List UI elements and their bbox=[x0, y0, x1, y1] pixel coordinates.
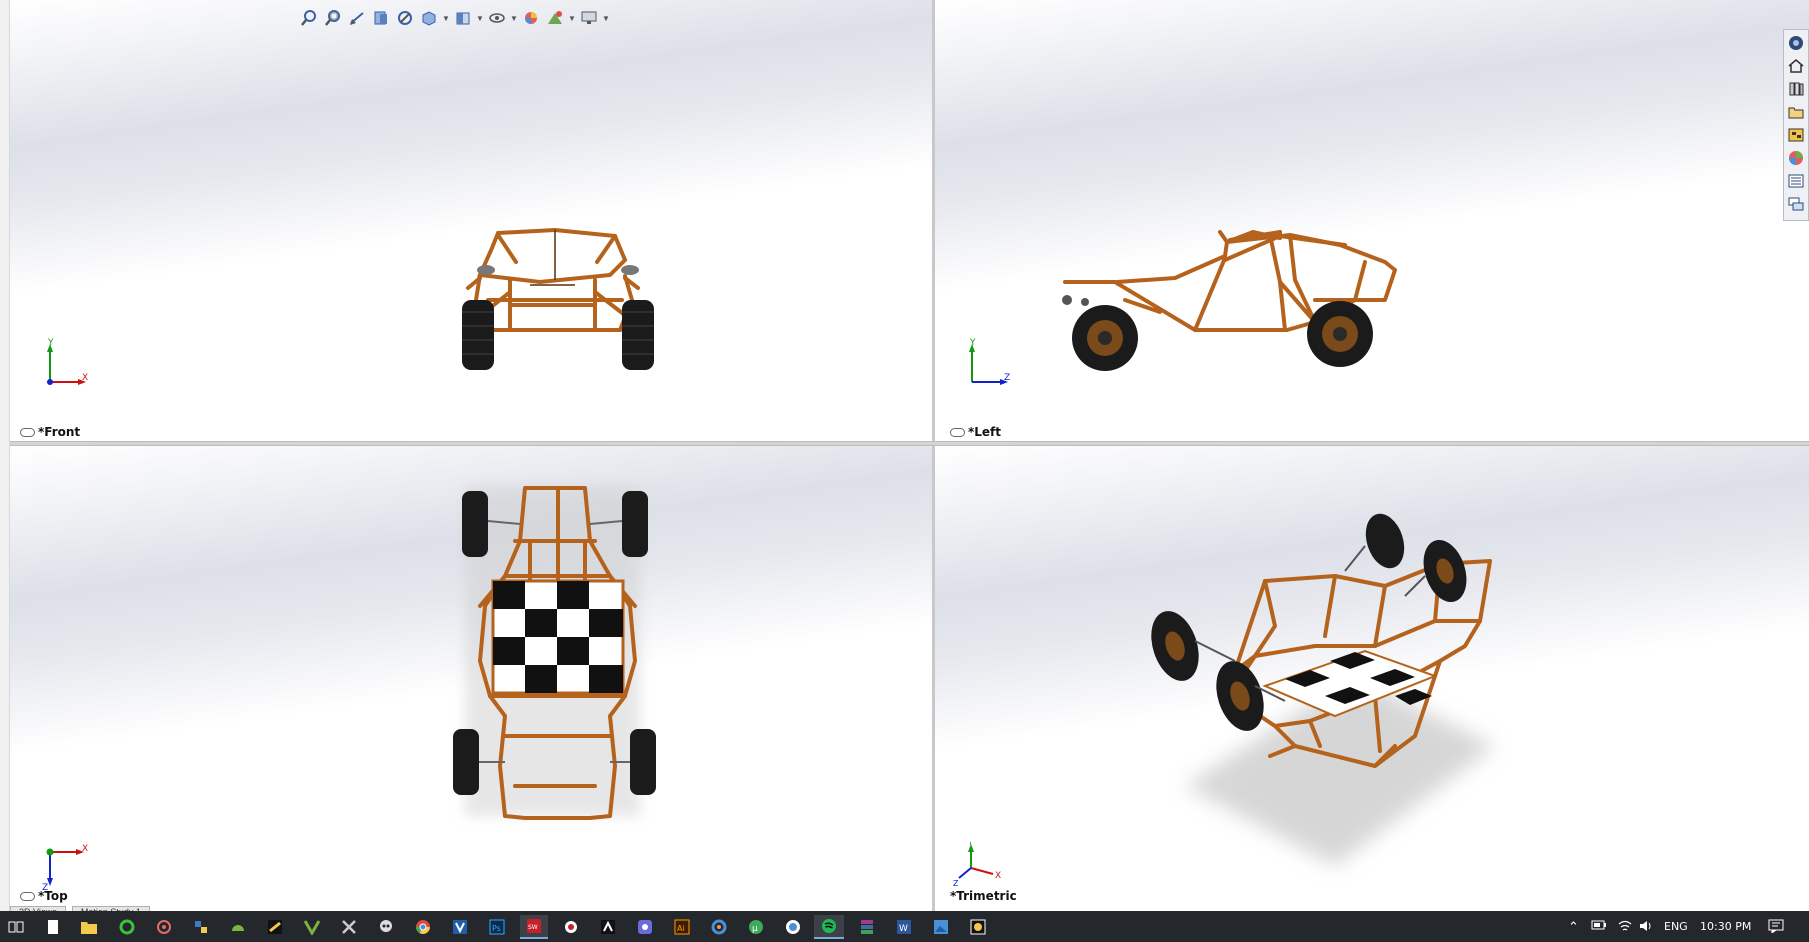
image-viewer-icon[interactable] bbox=[966, 915, 990, 939]
wifi-icon[interactable] bbox=[1617, 919, 1633, 936]
heads-up-view-toolbar: ▼ ▼ ▼ ▼ ▼ bbox=[298, 6, 610, 30]
dynamic-annotation-icon[interactable] bbox=[394, 7, 416, 29]
winrar-icon[interactable] bbox=[855, 915, 879, 939]
input-language[interactable]: ENG bbox=[1664, 920, 1688, 933]
axis-triad-trimetric: Y X Z bbox=[953, 842, 1001, 888]
chevron-down-icon[interactable]: ▼ bbox=[476, 14, 484, 23]
triad-x-label: X bbox=[82, 373, 88, 383]
tools-app-icon[interactable] bbox=[337, 915, 361, 939]
triad-y-label: Y bbox=[969, 338, 976, 348]
chevron-up-icon[interactable]: ⌃ bbox=[1568, 919, 1579, 935]
illustrator-icon[interactable]: Ai bbox=[670, 915, 694, 939]
android-studio-icon[interactable] bbox=[226, 915, 250, 939]
chevron-down-icon[interactable]: ▼ bbox=[602, 14, 610, 23]
task-view-icon[interactable] bbox=[4, 915, 28, 939]
triad-x-label: X bbox=[995, 871, 1001, 881]
battery-icon[interactable] bbox=[1591, 919, 1607, 934]
notepad-icon[interactable] bbox=[41, 915, 65, 939]
design-library-icon[interactable] bbox=[1785, 78, 1807, 100]
previous-view-icon[interactable] bbox=[346, 7, 368, 29]
windows-taskbar: Ps SW Ai µ W ⌃ ENG 10:30 PM bbox=[0, 911, 1809, 942]
python-app-icon[interactable] bbox=[189, 915, 213, 939]
link-views-icon[interactable] bbox=[20, 892, 35, 901]
viewport-front[interactable]: Y X *Front ▼ ▼ ▼ ▼ ▼ bbox=[10, 0, 932, 441]
apply-scene-icon[interactable] bbox=[544, 7, 566, 29]
triad-y-label: Y bbox=[47, 338, 54, 348]
buggy-left-view bbox=[1062, 230, 1397, 371]
link-views-icon[interactable] bbox=[20, 428, 35, 437]
svg-text:W: W bbox=[899, 924, 908, 934]
volume-icon[interactable] bbox=[1638, 919, 1654, 936]
photoshop-icon[interactable]: Ps bbox=[485, 915, 509, 939]
spotify-icon[interactable] bbox=[814, 915, 844, 939]
chrome-icon[interactable] bbox=[411, 915, 435, 939]
refresh-app-icon[interactable] bbox=[707, 915, 731, 939]
buggy-top-view bbox=[453, 486, 656, 820]
display-style-icon[interactable] bbox=[452, 7, 474, 29]
section-view-icon[interactable] bbox=[370, 7, 392, 29]
custom-properties-icon[interactable] bbox=[1785, 170, 1807, 192]
viewport-label-front: *Front bbox=[20, 425, 80, 439]
game-app-icon[interactable] bbox=[263, 915, 287, 939]
feature-manager-collapsed-strip[interactable] bbox=[0, 0, 10, 911]
skull-app-icon[interactable] bbox=[374, 915, 398, 939]
vectorworks-icon[interactable] bbox=[300, 915, 324, 939]
buggy-front-view bbox=[462, 227, 654, 370]
axis-triad-left: Y Z bbox=[969, 338, 1010, 385]
camera-app-icon[interactable] bbox=[633, 915, 657, 939]
graphics-area[interactable]: Y X *Front ▼ ▼ ▼ ▼ ▼ Y Z *Left Z X *Top … bbox=[0, 0, 1809, 918]
chevron-down-icon[interactable]: ▼ bbox=[510, 14, 518, 23]
utorrent-icon[interactable]: µ bbox=[744, 915, 768, 939]
system-clock[interactable]: 10:30 PM bbox=[1700, 920, 1751, 933]
file-explorer-icon[interactable] bbox=[1785, 101, 1807, 123]
chevron-down-icon[interactable]: ▼ bbox=[568, 14, 576, 23]
media-app-icon[interactable] bbox=[596, 915, 620, 939]
photos-app-icon[interactable] bbox=[929, 915, 953, 939]
settings-app-icon[interactable] bbox=[152, 915, 176, 939]
viewport-splitter-horizontal[interactable] bbox=[10, 441, 1809, 446]
axis-triad-front: Y X bbox=[47, 338, 88, 385]
svg-text:SW: SW bbox=[528, 924, 538, 931]
forum-icon[interactable] bbox=[1785, 193, 1807, 215]
solidworks-icon[interactable]: SW bbox=[520, 915, 548, 939]
viewport-trimetric[interactable]: Y X Z *Trimetric bbox=[935, 446, 1809, 911]
hide-show-items-icon[interactable] bbox=[486, 7, 508, 29]
viewport-label-top: *Top bbox=[20, 889, 68, 903]
axis-triad-top: Z X bbox=[42, 844, 88, 892]
edit-appearance-icon[interactable] bbox=[520, 7, 542, 29]
task-pane bbox=[1783, 29, 1809, 221]
home-icon[interactable] bbox=[1785, 55, 1807, 77]
visual-studio-icon[interactable] bbox=[448, 915, 472, 939]
sync-app-icon[interactable] bbox=[115, 915, 139, 939]
svg-text:Ai: Ai bbox=[677, 924, 685, 933]
appearances-icon[interactable] bbox=[1785, 147, 1807, 169]
svg-text:µ: µ bbox=[752, 924, 758, 934]
view-palette-icon[interactable] bbox=[1785, 124, 1807, 146]
browser-app-icon[interactable] bbox=[781, 915, 805, 939]
zoom-to-area-icon[interactable] bbox=[322, 7, 344, 29]
triad-z-label: Z bbox=[1004, 373, 1010, 383]
triad-z-label: Z bbox=[953, 879, 959, 888]
triad-x-label: X bbox=[82, 844, 88, 854]
link-views-icon[interactable] bbox=[950, 428, 965, 437]
action-center-icon[interactable] bbox=[1768, 919, 1784, 936]
view-orientation-icon[interactable] bbox=[418, 7, 440, 29]
view-settings-icon[interactable] bbox=[578, 7, 600, 29]
viewport-top[interactable]: Z X *Top bbox=[10, 446, 932, 911]
svg-text:Ps: Ps bbox=[492, 924, 501, 933]
solidworks-resources-icon[interactable] bbox=[1785, 32, 1807, 54]
viewport-splitter-vertical[interactable] bbox=[932, 0, 935, 911]
file-explorer-icon[interactable] bbox=[77, 915, 101, 939]
viewport-label-left: *Left bbox=[950, 425, 1001, 439]
zoom-to-fit-icon[interactable] bbox=[298, 7, 320, 29]
viewport-left[interactable]: Y Z *Left bbox=[935, 0, 1809, 441]
buggy-trimetric-view bbox=[1151, 513, 1495, 866]
chevron-down-icon[interactable]: ▼ bbox=[442, 14, 450, 23]
word-icon[interactable]: W bbox=[892, 915, 916, 939]
triad-y-label: Y bbox=[967, 842, 973, 847]
viewport-label-trimetric: *Trimetric bbox=[950, 889, 1017, 903]
target-app-icon[interactable] bbox=[559, 915, 583, 939]
